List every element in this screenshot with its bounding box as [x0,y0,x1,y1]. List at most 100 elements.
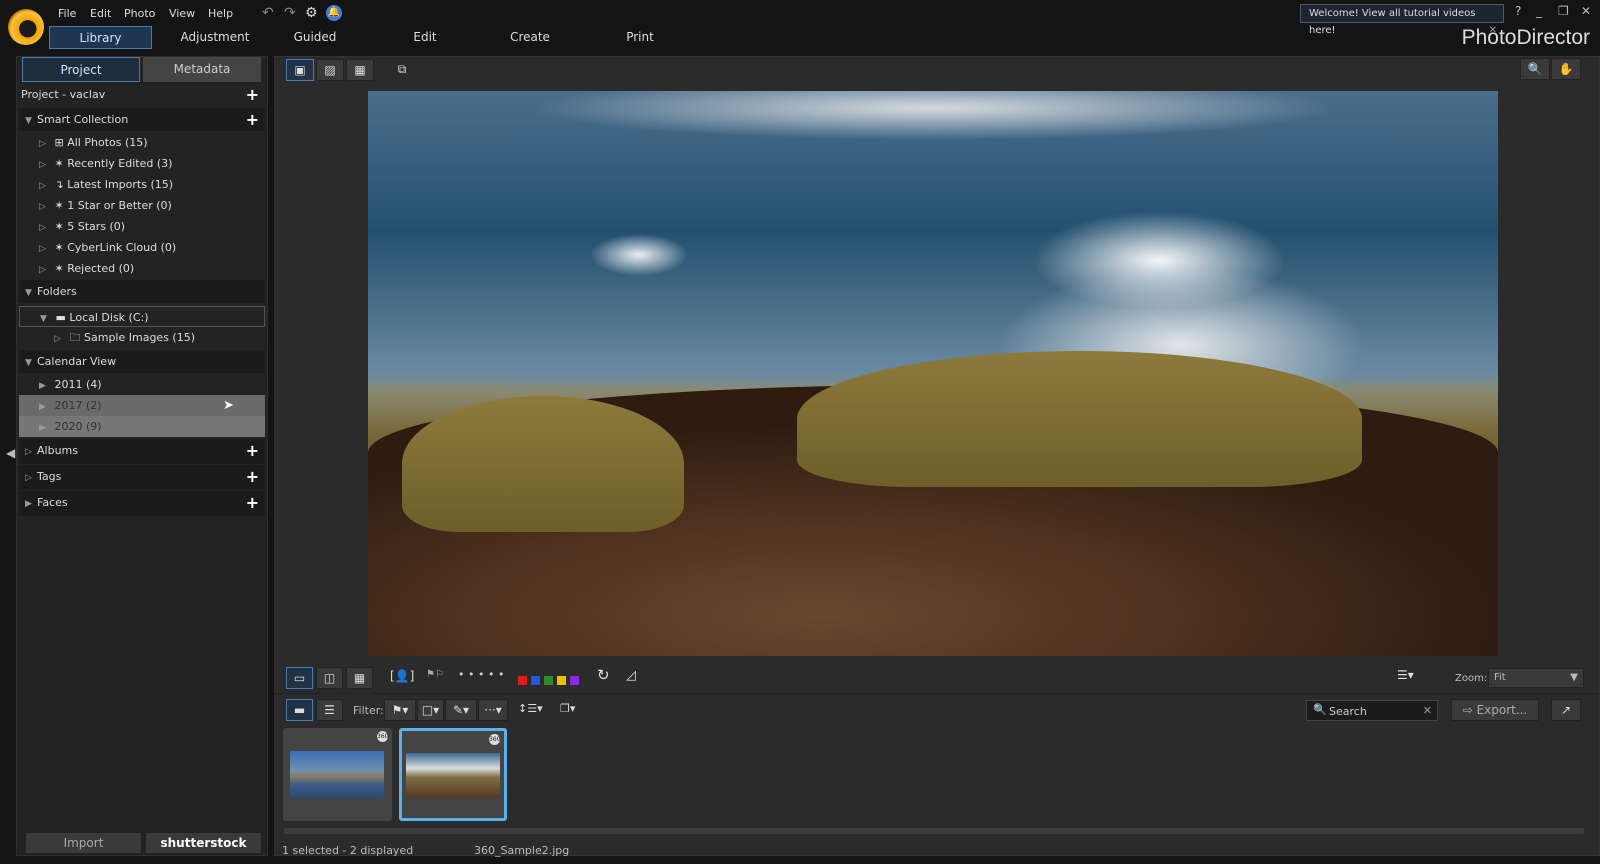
list-item[interactable]: ▷ ✶ Rejected (0) [19,258,265,279]
filter-label-dropdown[interactable]: □▾ [417,699,444,721]
list-icon: ☰ [324,703,335,717]
rotate-icon[interactable]: ↻ [597,666,610,684]
add-icon[interactable]: + [246,465,259,488]
tags-header[interactable]: ▷ Tags + [19,465,265,490]
list-item[interactable]: ▷ ↴ Latest Imports (15) [19,174,265,195]
list-item[interactable]: ▷ ✶ Recently Edited (3) [19,153,265,174]
viewer-only-button[interactable]: ▨ [316,59,344,81]
color-label-swatch[interactable] [518,676,527,685]
calendar-year-2017[interactable]: ▶ 2017 (2) ➤ [19,395,265,416]
thumbnail[interactable]: 360 [283,728,392,821]
collapsed-triangle-icon: ▷ [39,265,46,275]
menu-file[interactable]: File [58,7,76,20]
folder-local-disk[interactable]: ▼ ▬ Local Disk (C:) [19,306,265,327]
undo-icon[interactable]: ↶ [262,5,274,21]
filter-edit-dropdown[interactable]: ✎▾ [445,699,477,721]
color-label-swatch[interactable] [531,676,540,685]
second-display-button[interactable]: ⧉ [389,59,415,81]
single-view-icon: ▭ [293,671,306,685]
calendar-year-2020[interactable]: ▶ 2020 (9) [19,416,265,437]
stack-icon[interactable]: ❐▾ [560,702,575,715]
zoom-tool-button[interactable]: 🔍 [1520,58,1550,80]
search-placeholder: Search [1329,705,1367,718]
pan-tool-button[interactable]: ✋ [1551,58,1581,80]
warning-overlay-icon[interactable]: ◿ [626,668,636,683]
mouse-cursor-icon: ➤ [223,398,234,413]
zoom-dropdown[interactable]: Fit ▼ [1488,668,1584,688]
add-icon[interactable]: + [246,83,259,107]
single-view-button[interactable]: ▭ [286,667,313,689]
image-icon: ▨ [324,63,336,77]
close-window-icon[interactable]: ✕ [1581,4,1591,18]
face-tag-icon[interactable]: [👤] [390,669,414,683]
notification-bell-icon[interactable]: 🔔 [326,5,342,21]
menu-edit[interactable]: Edit [90,7,111,20]
shutterstock-button[interactable]: shutterstock [145,832,262,854]
sort-menu-icon[interactable]: ☰▾ [1397,668,1414,682]
search-input[interactable]: 🔍 Search ✕ [1306,700,1438,721]
help-icon[interactable]: ? [1515,4,1521,18]
color-label-swatch[interactable] [544,676,553,685]
folder-sample-images[interactable]: ▷ 🗀 Sample Images (15) [19,327,265,348]
menu-view[interactable]: View [169,7,195,20]
smart-collection-header[interactable]: ▼ Smart Collection + [19,108,265,131]
popout-button[interactable]: ↗ [1551,699,1581,721]
thumbnail-selected[interactable]: 360 [399,728,507,821]
minimize-icon[interactable]: _ [1536,4,1542,18]
import-button[interactable]: Import [25,832,142,854]
color-label-swatch[interactable] [557,676,566,685]
menu-photo[interactable]: Photo [124,7,155,20]
flag-icon[interactable]: ⚑⚐ [426,669,444,680]
faces-header[interactable]: ▶ Faces + [19,491,265,516]
calendar-year-2011[interactable]: ▶ 2011 (4) [19,374,265,395]
color-label-swatch[interactable] [570,676,579,685]
star-rating[interactable]: • • • • • [458,668,504,681]
360-badge-icon: 360 [377,731,389,742]
project-title: Project - vaclav [21,88,106,101]
tab-project[interactable]: Project [22,57,140,82]
list-item[interactable]: ▷ ⊞ All Photos (15) [19,132,265,153]
menu-help[interactable]: Help [208,7,233,20]
pencil-icon: ✎▾ [452,703,470,717]
list-view-button[interactable]: ☰ [316,699,343,721]
filmstrip-view-button[interactable]: ▬ [286,699,313,721]
clear-search-icon[interactable]: ✕ [1423,704,1432,717]
export-label: Export... [1476,703,1528,717]
list-item[interactable]: ▷ ✶ 5 Stars (0) [19,216,265,237]
folders-header[interactable]: ▼ Folders [19,280,265,303]
tab-print[interactable]: Print [610,26,670,49]
expanded-triangle-icon: ▼ [25,288,32,298]
item-label: 5 Stars (0) [67,220,126,233]
tab-metadata[interactable]: Metadata [143,57,261,82]
item-label: 2011 (4) [54,378,102,391]
viewer-mode-button[interactable]: ▣ [286,59,314,81]
tab-create[interactable]: Create [500,26,560,49]
filter-flag-dropdown[interactable]: ⚑▾ [384,699,416,721]
collapsed-triangle-icon: ▷ [39,202,46,212]
filter-rating-dropdown[interactable]: ···▾ [478,699,508,721]
compare-view-button[interactable]: ◫ [316,667,343,689]
add-icon[interactable]: + [246,491,259,514]
add-icon[interactable]: + [246,439,259,462]
collapse-panel-icon[interactable]: ◀ [6,446,15,460]
albums-header[interactable]: ▷ Albums + [19,439,265,464]
multi-view-button[interactable]: ▦ [346,667,373,689]
redo-icon[interactable]: ↷ [284,5,296,21]
calendar-view-header[interactable]: ▼ Calendar View [19,350,265,373]
export-button[interactable]: ⇨ Export... [1451,699,1539,721]
sort-order-icon[interactable]: ↕☰▾ [518,702,543,715]
collapsed-triangle-icon: ▷ [39,244,46,254]
thumbnail-scrollbar[interactable] [284,828,1584,834]
settings-icon[interactable]: ⚙ [305,5,318,21]
tab-adjustment[interactable]: Adjustment [165,26,265,49]
list-item[interactable]: ▷ ✶ 1 Star or Better (0) [19,195,265,216]
restore-icon[interactable]: ❐ [1558,4,1569,18]
add-icon[interactable]: + [246,108,259,131]
preview-photo[interactable] [368,91,1498,656]
list-item[interactable]: ▷ ✶ CyberLink Cloud (0) [19,237,265,258]
grid-view-button[interactable]: ▦ [346,59,374,81]
tab-library[interactable]: Library [49,26,152,49]
tab-guided[interactable]: Guided [280,26,350,49]
tutorial-tooltip[interactable]: Welcome! View all tutorial videos here! ✕ [1300,4,1504,36]
tab-edit[interactable]: Edit [395,26,455,49]
